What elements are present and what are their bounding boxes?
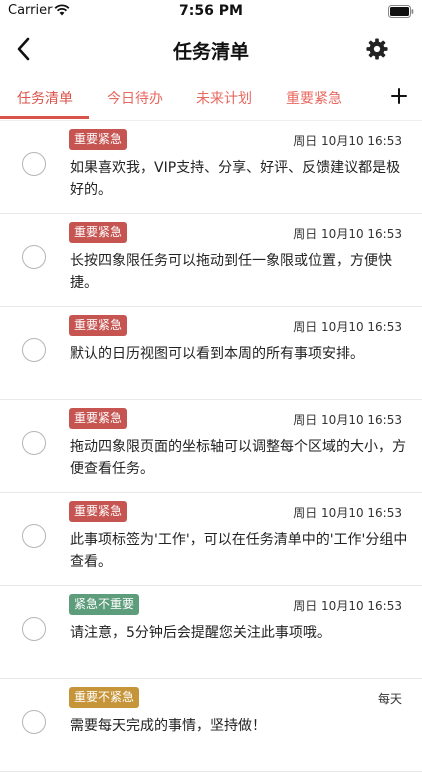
complete-checkbox[interactable] (22, 152, 46, 176)
priority-badge: 重要紧急 (69, 315, 128, 336)
priority-badge: 紧急不重要 (69, 594, 140, 615)
priority-badge: 重要紧急 (69, 408, 128, 429)
task-date: 周日 10月10 16:53 (293, 134, 402, 148)
complete-checkbox[interactable] (22, 617, 46, 641)
complete-checkbox[interactable] (22, 431, 46, 455)
list-item[interactable]: 重要不紧急 每天需要每天完成的事情，坚持做！ (0, 679, 422, 772)
task-date: 周日 10月10 16:53 (293, 413, 402, 427)
list-item[interactable]: 重要紧急 周日 10月10 16:53 此事项标签为'工作'，可以在任务清单中的'工… (0, 493, 422, 586)
complete-checkbox[interactable] (22, 524, 46, 548)
task-date: 每天 (377, 692, 402, 706)
nav-bar: 任务清单 (0, 24, 422, 76)
list-item[interactable]: 重要紧急 周日 10月10 16:53 默认的日历视图可以看到本周的所有事项安排。 (0, 307, 422, 400)
list-item[interactable]: 紧急不重要 周日 10月10 16:53 请注意，5分钟后会提醒您关注此事项哦。 (0, 586, 422, 679)
list-item[interactable]: 重要紧急 周日 10月10 16:53 长按四象限任务可以拖动到任一象限或位置，方便… (0, 214, 422, 307)
task-text: 拖动四象限页面的坐标轴可以调整每个区域的大小，方便查看任务。 (70, 439, 406, 477)
priority-badge: 重要紧急 (69, 501, 128, 522)
list-item[interactable]: 重要紧急 周日 10月10 16:53 如果喜欢我，VIP支持、分享、好评、反馈建议… (0, 121, 422, 214)
task-date: 周日 10月10 16:53 (293, 599, 402, 613)
tab-important-urgent[interactable]: 重要紧急 (286, 88, 342, 108)
complete-checkbox[interactable] (22, 245, 46, 269)
page-title: 任务清单 (172, 41, 249, 63)
complete-checkbox[interactable] (22, 710, 46, 734)
add-tab-icon[interactable] (390, 85, 408, 107)
list-item[interactable]: 重要紧急 周日 10月10 16:53 拖动四象限页面的坐标轴可以调整每个区域的大小… (0, 400, 422, 493)
active-tab-indicator (0, 116, 89, 119)
priority-badge: 重要紧急 (69, 222, 128, 243)
task-text: 此事项标签为'工作'，可以在任务清单中的'工作'分组中查看。 (70, 532, 408, 570)
task-text: 请注意，5分钟后会提醒您关注此事项哦。 (70, 625, 331, 641)
task-text: 长按四象限任务可以拖动到任一象限或位置，方便快捷。 (70, 253, 392, 291)
task-list: 重要紧急 周日 10月10 16:53 如果喜欢我，VIP支持、分享、好评、反馈建议… (0, 121, 422, 772)
status-bar: Carrier 7:56 PM (0, 0, 422, 24)
tab-today[interactable]: 今日待办 (107, 88, 163, 108)
complete-checkbox[interactable] (22, 338, 46, 362)
battery-icon (388, 5, 414, 18)
task-text: 如果喜欢我，VIP支持、分享、好评、反馈建议都是极好的。 (70, 160, 401, 198)
task-date: 周日 10月10 16:53 (293, 227, 402, 241)
task-text: 需要每天完成的事情，坚持做！ (70, 718, 266, 734)
clock: 7:56 PM (179, 3, 243, 19)
tab-bar: 任务清单 今日待办 未来计划 重要紧急 (0, 76, 422, 121)
priority-badge: 重要不紧急 (69, 687, 140, 708)
tab-future-plans[interactable]: 未来计划 (196, 88, 252, 108)
gear-icon[interactable] (366, 38, 388, 60)
task-date: 周日 10月10 16:53 (293, 506, 402, 520)
task-date: 周日 10月10 16:53 (293, 320, 402, 334)
task-text: 默认的日历视图可以看到本周的所有事项安排。 (70, 346, 364, 362)
priority-badge: 重要紧急 (69, 129, 128, 150)
tab-task-list[interactable]: 任务清单 (17, 88, 73, 108)
